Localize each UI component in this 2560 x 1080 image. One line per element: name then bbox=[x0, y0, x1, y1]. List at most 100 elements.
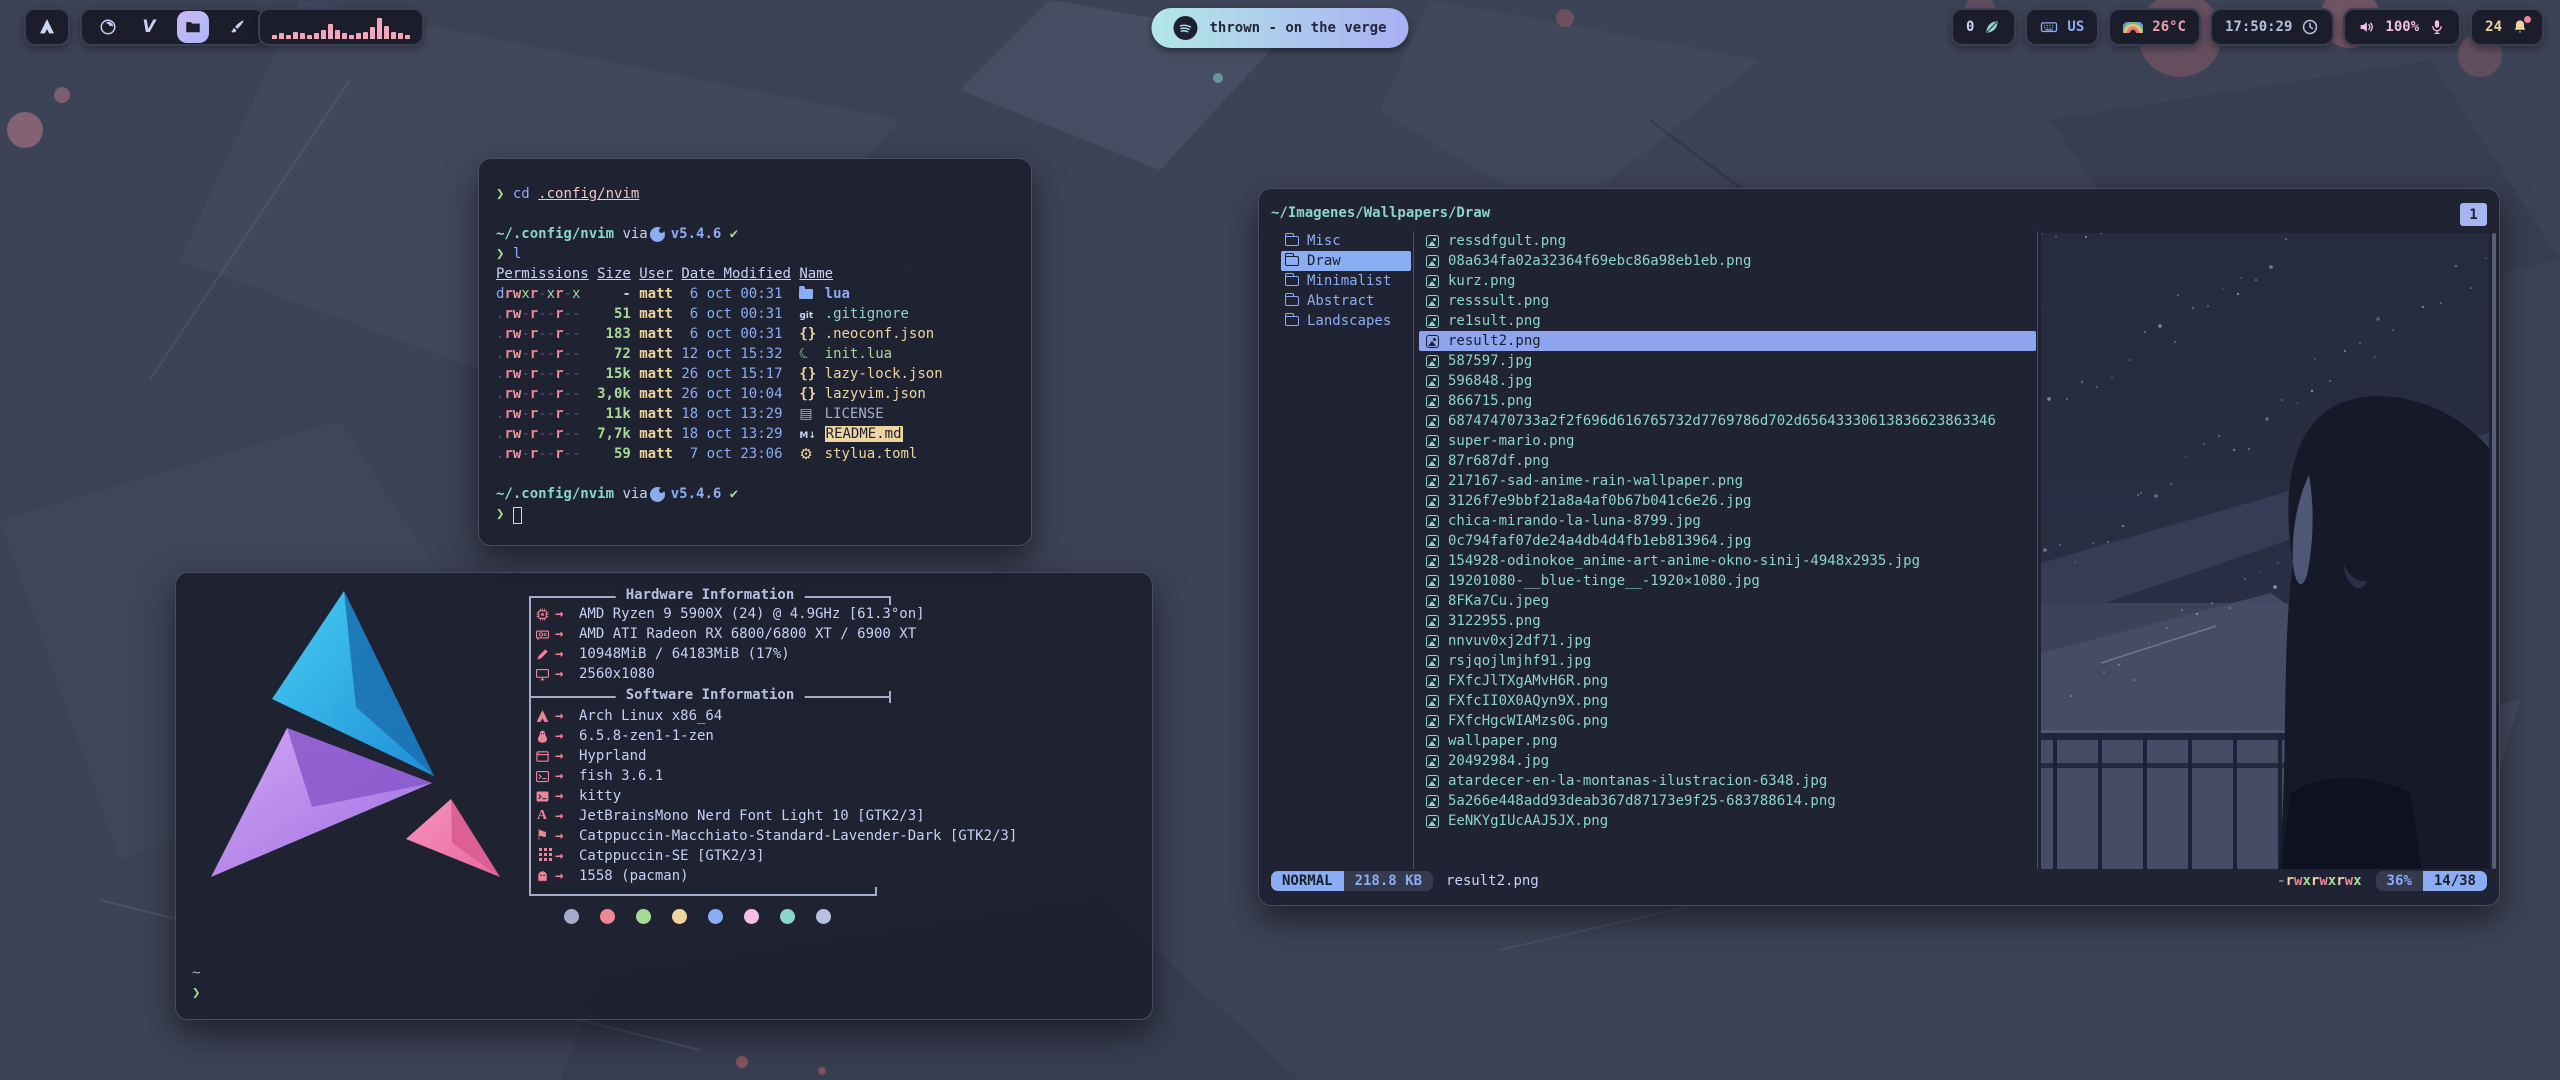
ls-file-row: .rw-r--r--15kmatt26 oct 15:17lazy-lock.j… bbox=[496, 364, 1014, 384]
updates-count: 0 bbox=[1966, 19, 1974, 35]
file-name: resssult.png bbox=[1448, 293, 1549, 309]
file-list-item[interactable]: 3122955.png bbox=[1419, 611, 2036, 631]
image-file-icon bbox=[1426, 475, 1439, 488]
keyboard-layout-widget[interactable]: US bbox=[2025, 8, 2099, 46]
file-list-item[interactable]: 587597.jpg bbox=[1419, 351, 2036, 371]
palette-color-dot bbox=[600, 909, 615, 924]
file-list-item[interactable]: 217167-sad-anime-rain-wallpaper.png bbox=[1419, 471, 2036, 491]
file-list-item[interactable]: FXfcJlTXgAMvH6R.png bbox=[1419, 671, 2036, 691]
file-list-item[interactable]: re1sult.png bbox=[1419, 311, 2036, 331]
workspace-paint[interactable] bbox=[224, 14, 250, 40]
file-list-item[interactable]: nnvuv0xj2df71.jpg bbox=[1419, 631, 2036, 651]
moon-file-icon bbox=[799, 346, 812, 362]
file-list-item[interactable]: ressdfgult.png bbox=[1419, 231, 2036, 251]
folder-icon bbox=[184, 18, 202, 36]
file-list-item[interactable]: 08a634fa02a32364f69ebc86a98eb1eb.png bbox=[1419, 251, 2036, 271]
notifications-widget[interactable]: 24 bbox=[2470, 8, 2544, 46]
file-list-item[interactable]: 866715.png bbox=[1419, 391, 2036, 411]
fetch-box-border: Hardware Information bbox=[529, 596, 891, 598]
scrollbar[interactable] bbox=[2492, 233, 2496, 869]
sidebar-directory-landscapes[interactable]: Landscapes bbox=[1281, 311, 1411, 331]
directory-sidebar: Misc Draw Minimalist AbstractLandscapes bbox=[1281, 231, 1411, 331]
sidebar-directory-misc[interactable]: Misc bbox=[1281, 231, 1411, 251]
bell-icon bbox=[2511, 18, 2529, 36]
clock-widget[interactable]: 17:50:29 bbox=[2210, 8, 2334, 46]
clock-icon bbox=[2301, 18, 2319, 36]
fastfetch-window[interactable]: Hardware Information Software Informatio… bbox=[175, 572, 1153, 1020]
ghost-icon bbox=[535, 869, 550, 884]
ls-file-row: .rw-r--r--51matt 6 oct 00:31.gitignore bbox=[496, 304, 1014, 324]
image-file-icon bbox=[1426, 695, 1439, 708]
image-file-icon bbox=[1426, 415, 1439, 428]
sidebar-directory-draw[interactable]: Draw bbox=[1281, 251, 1411, 271]
weather-widget[interactable]: 26°C bbox=[2108, 8, 2201, 46]
file-list-item[interactable]: result2.png bbox=[1419, 331, 2036, 351]
folder-icon bbox=[1285, 316, 1299, 326]
file-list-item[interactable]: rsjqojlmjhf91.jpg bbox=[1419, 651, 2036, 671]
notification-badge-dot bbox=[2524, 16, 2531, 23]
file-list-item[interactable]: FXfcII0X0AQyn9X.png bbox=[1419, 691, 2036, 711]
shell-prompt[interactable]: ~ ❯ bbox=[192, 963, 200, 1003]
file-list-item[interactable]: chica-mirando-la-luna-8799.jpg bbox=[1419, 511, 2036, 531]
file-list-item[interactable]: EeNKYgIUcAAJ5JX.png bbox=[1419, 811, 2036, 831]
file-list-item[interactable]: 19201080-__blue-tinge__-1920×1080.jpg bbox=[1419, 571, 2036, 591]
workspace-files-active[interactable] bbox=[177, 11, 209, 43]
volume-widget[interactable]: 100% bbox=[2343, 8, 2461, 46]
ls-header-row: PermissionsSizeUserDate ModifiedName bbox=[496, 264, 1014, 284]
updates-widget[interactable]: 0 bbox=[1951, 8, 2016, 46]
cpu-icon bbox=[535, 607, 550, 622]
temperature: 26°C bbox=[2152, 19, 2186, 35]
notifications-count: 24 bbox=[2485, 19, 2502, 35]
system-tray: 0 US 26°C 17:50:29 100% 24 bbox=[1951, 8, 2544, 46]
keyboard-layout: US bbox=[2067, 19, 2084, 35]
workspace-vim[interactable]: V bbox=[136, 14, 162, 40]
directory-label: Draw bbox=[1307, 253, 1341, 269]
sidebar-directory-abstract[interactable]: Abstract bbox=[1281, 291, 1411, 311]
fetch-info-value: 1558 (pacman) bbox=[579, 868, 689, 884]
lua-icon bbox=[650, 227, 665, 242]
json-file-icon bbox=[799, 366, 816, 382]
terminal-window[interactable]: ❯ cd .config/nvim ~/.config/nvim via v5.… bbox=[478, 158, 1032, 546]
file-list-item[interactable]: 5a266e448add93deab367d87173e9f25-6837886… bbox=[1419, 791, 2036, 811]
file-list-item[interactable]: 87r687df.png bbox=[1419, 451, 2036, 471]
file-list-item[interactable]: FXfcHgcWIAMzs0G.png bbox=[1419, 711, 2036, 731]
fetch-info-row: →6.5.8-zen1-1-zen bbox=[529, 726, 1017, 746]
audio-visualizer-widget[interactable] bbox=[258, 8, 424, 46]
image-file-icon bbox=[1426, 535, 1439, 548]
file-list-item[interactable]: wallpaper.png bbox=[1419, 731, 2036, 751]
fetch-box-border bbox=[529, 894, 877, 896]
file-list-item[interactable]: 3126f7e9bbf21a8a4af0b67b041c6e26.jpg bbox=[1419, 491, 2036, 511]
file-list-item[interactable]: 8FKa7Cu.jpeg bbox=[1419, 591, 2036, 611]
now-playing-widget[interactable]: thrown - on the verge bbox=[1151, 8, 1408, 48]
list-position: 14/38 bbox=[2423, 871, 2487, 891]
file-name: README.md bbox=[825, 426, 903, 442]
directory-label: Minimalist bbox=[1307, 273, 1391, 289]
book-file-icon bbox=[799, 406, 812, 422]
launcher-button[interactable] bbox=[24, 8, 70, 46]
file-list-item[interactable]: kurz.png bbox=[1419, 271, 2036, 291]
sidebar-directory-minimalist[interactable]: Minimalist bbox=[1281, 271, 1411, 291]
palette-color-dot bbox=[708, 909, 723, 924]
file-list-item[interactable]: super-mario.png bbox=[1419, 431, 2036, 451]
file-list-item[interactable]: 154928-odinokoe_anime-art-anime-okno-sin… bbox=[1419, 551, 2036, 571]
workspace-firefox[interactable] bbox=[95, 14, 121, 40]
file-list-item[interactable]: 0c794faf07de24a4db4d4fb1eb813964.jpg bbox=[1419, 531, 2036, 551]
file-manager-window[interactable]: ~/Imagenes/Wallpapers/Draw 1 MiscDrawMin… bbox=[1258, 188, 2500, 906]
image-file-icon bbox=[1426, 595, 1439, 608]
file-list-item[interactable]: atardecer-en-la-montanas-ilustracion-634… bbox=[1419, 771, 2036, 791]
crystal-logo bbox=[184, 581, 524, 881]
file-list-item[interactable]: 596848.jpg bbox=[1419, 371, 2036, 391]
file-list-item[interactable]: 20492984.jpg bbox=[1419, 751, 2036, 771]
file-list-item[interactable]: 68747470733a2f2f696d616765732d7769786d70… bbox=[1419, 411, 2036, 431]
file-name: 87r687df.png bbox=[1448, 453, 1549, 469]
file-name: 68747470733a2f2f696d616765732d7769786d70… bbox=[1448, 413, 1996, 429]
top-bar: V thrown - on the verge 0 US 26°C 17:50:… bbox=[0, 0, 2560, 56]
image-file-icon bbox=[1426, 295, 1439, 308]
file-name: FXfcJlTXgAMvH6R.png bbox=[1448, 673, 1608, 689]
prompt-input-line[interactable]: ❯ bbox=[496, 504, 1014, 524]
visualizer-bar bbox=[349, 35, 354, 40]
leaf-icon bbox=[1983, 18, 2001, 36]
file-list-item[interactable]: resssult.png bbox=[1419, 291, 2036, 311]
fetch-info-row: A→JetBrainsMono Nerd Font Light 10 [GTK2… bbox=[529, 806, 1017, 826]
tab-badge[interactable]: 1 bbox=[2460, 203, 2487, 226]
